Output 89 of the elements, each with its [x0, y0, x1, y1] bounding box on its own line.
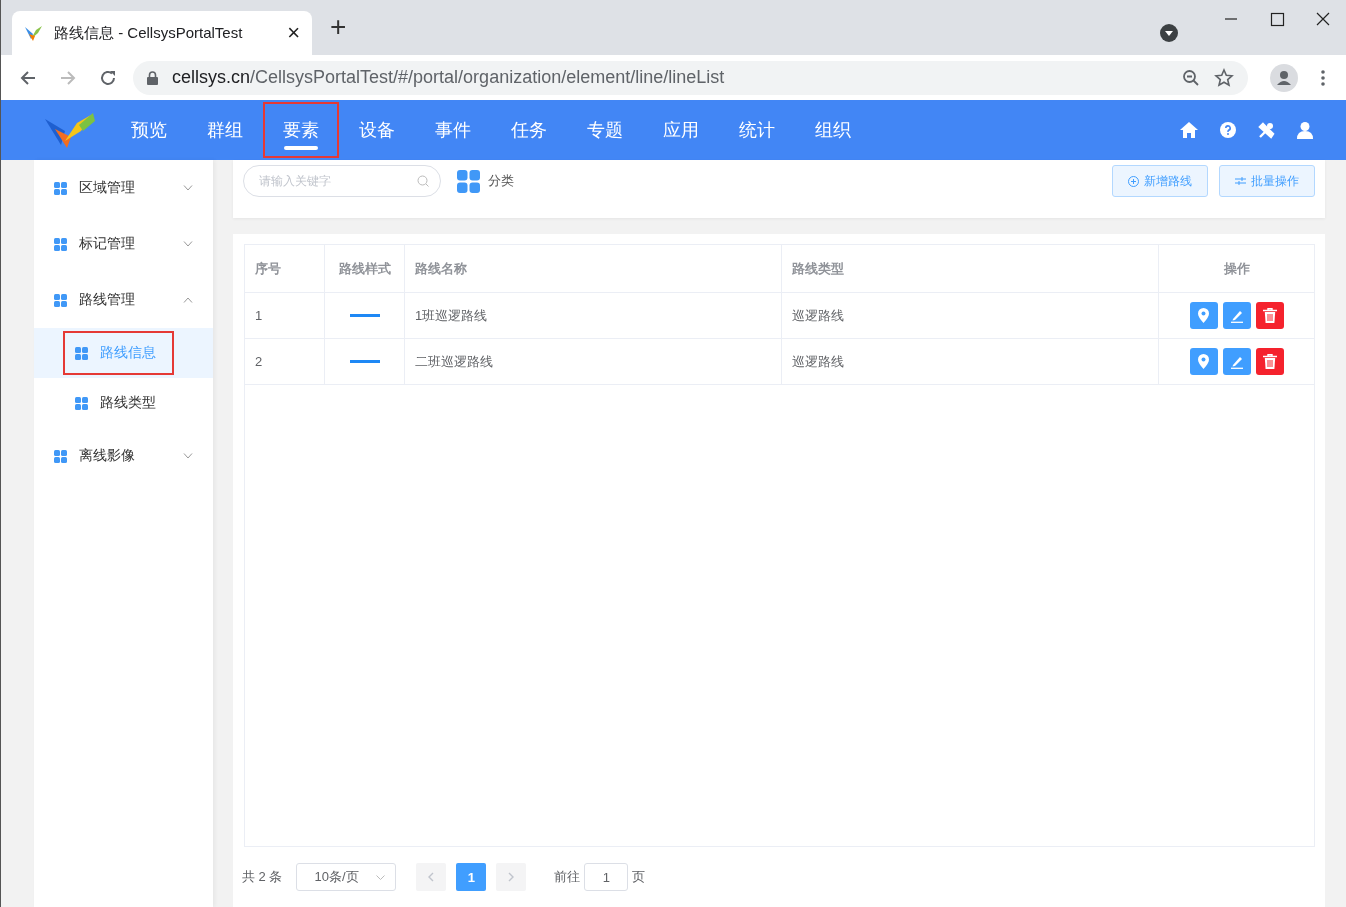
column-header: 序号 [255, 259, 281, 278]
menu-item[interactable]: 路线管理 [34, 272, 213, 328]
page-button[interactable]: 1 [456, 863, 487, 891]
user-icon[interactable] [1297, 121, 1313, 139]
table-cell: 2 [255, 354, 263, 369]
column-header: 路线类型 [792, 259, 844, 278]
page-label: 页 [632, 868, 646, 886]
new-tab-button[interactable]: + [330, 13, 347, 41]
pencil-icon [1229, 354, 1244, 369]
zoom-out-icon[interactable] [1182, 68, 1200, 87]
pencil-icon [1229, 308, 1244, 323]
nav-tab[interactable]: 统计 [719, 102, 795, 158]
trash-icon [1262, 308, 1277, 323]
chevron-up-icon [183, 297, 193, 303]
column-header: 路线名称 [415, 259, 467, 278]
tab-title: 路线信息 - CellsysPortalTest [54, 23, 244, 43]
category-label[interactable]: 分类 [488, 172, 514, 190]
submenu-item[interactable]: 路线类型 [34, 378, 213, 428]
column-header: 操作 [1223, 259, 1250, 278]
page-number-field[interactable]: 1 [584, 863, 629, 891]
nav-tab[interactable]: 设备 [339, 102, 415, 158]
total-count: 共 2 条 [242, 868, 283, 886]
goto-label: 前往 [554, 868, 581, 886]
nav-tab[interactable]: 组织 [795, 102, 871, 158]
chevron-right-icon [508, 872, 515, 882]
trash-icon [1262, 354, 1277, 369]
locate-button[interactable] [1189, 348, 1218, 375]
chevron-down-icon [183, 241, 193, 247]
star-icon[interactable] [1214, 67, 1234, 88]
reload-icon[interactable] [99, 68, 117, 87]
add-route-button[interactable]: 新增路线 [1112, 165, 1208, 197]
delete-button[interactable] [1255, 302, 1284, 329]
media-dropdown-icon[interactable] [1160, 24, 1178, 42]
nav-tab[interactable]: 专题 [567, 102, 643, 158]
active-underline [284, 146, 318, 150]
browser-tab[interactable]: 路线信息 - CellsysPortalTest × [12, 11, 312, 55]
column-header: 路线样式 [338, 259, 391, 278]
chevron-down-icon [183, 185, 193, 191]
line-style-icon [349, 360, 380, 363]
forward-icon[interactable] [59, 68, 77, 87]
grid-icon [54, 181, 67, 195]
page-size-select[interactable]: 10条/页 [296, 863, 397, 891]
chevron-down-icon [376, 874, 386, 880]
close-tab-button[interactable]: × [287, 20, 300, 46]
nav-tab[interactable]: 任务 [491, 102, 567, 158]
grid-icon [75, 346, 88, 360]
menu-item[interactable]: 区域管理 [34, 160, 213, 216]
nav-tab[interactable]: 预览 [111, 102, 187, 158]
submenu-item[interactable]: 路线信息 [34, 328, 213, 378]
chevron-down-icon [183, 453, 193, 459]
nav-tab[interactable]: 要素 [263, 102, 339, 158]
line-style-icon [349, 314, 380, 317]
nav-tab[interactable]: 事件 [415, 102, 491, 158]
profile-icon[interactable] [1270, 63, 1298, 92]
back-icon[interactable] [19, 68, 37, 87]
help-icon[interactable] [1220, 122, 1236, 138]
menu-item[interactable]: 标记管理 [34, 216, 213, 272]
address-field[interactable]: cellsys.cn/CellsysPortalTest/#/portal/organization/element/line/lineList [133, 60, 1248, 95]
lock-icon [147, 70, 158, 85]
home-icon[interactable] [1180, 122, 1198, 138]
logo-icon [24, 24, 44, 42]
grid-icon [75, 396, 88, 410]
nav-tab[interactable]: 群组 [187, 102, 263, 158]
search-icon [417, 175, 429, 187]
chevron-left-icon [428, 872, 435, 882]
edit-button[interactable] [1222, 348, 1251, 375]
search-field[interactable]: 请输入关键字 [243, 165, 441, 197]
grid-icon [54, 237, 67, 251]
table-cell: 1 [255, 308, 263, 323]
menu-icon[interactable] [1320, 68, 1326, 87]
locate-button[interactable] [1189, 302, 1218, 329]
batch-button[interactable]: 批量操作 [1219, 165, 1315, 197]
logo-icon [43, 111, 97, 149]
sliders-icon [1235, 176, 1246, 186]
map-pin-icon [1198, 308, 1209, 323]
grid-icon [54, 293, 67, 307]
grid-icon [54, 449, 67, 463]
grid-icon[interactable] [457, 169, 480, 193]
delete-button[interactable] [1255, 348, 1284, 375]
map-pin-icon [1198, 354, 1209, 369]
menu-item[interactable]: 离线影像 [34, 428, 213, 484]
tools-icon[interactable] [1258, 121, 1275, 139]
table-cell: 巡逻路线 [792, 306, 844, 325]
plus-circle-icon [1128, 175, 1139, 187]
nav-tab[interactable]: 应用 [643, 102, 719, 158]
table-cell: 二班巡逻路线 [415, 352, 493, 371]
table-cell: 巡逻路线 [792, 352, 844, 371]
edit-button[interactable] [1222, 302, 1251, 329]
table-cell: 1班巡逻路线 [415, 306, 488, 325]
